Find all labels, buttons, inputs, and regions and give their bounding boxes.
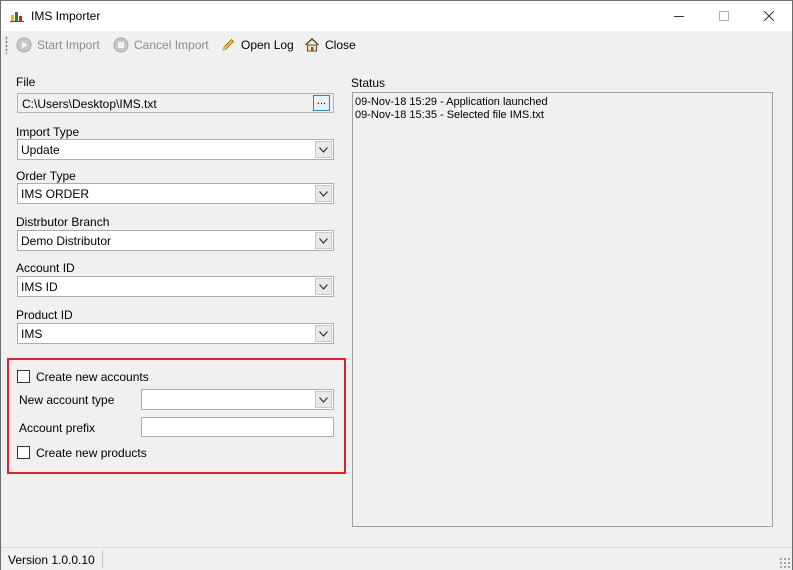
toolbar-grip[interactable] — [5, 36, 8, 54]
dropdown-arrow[interactable] — [315, 325, 332, 342]
chevron-down-icon — [319, 396, 328, 403]
account-id-value: IMS ID — [21, 280, 58, 294]
status-line: 09-Nov-18 15:29 - Application launched — [355, 96, 548, 108]
product-id-label: Product ID — [16, 308, 73, 322]
status-log-list[interactable]: 09-Nov-18 15:29 - Application launched 0… — [352, 92, 773, 527]
account-id-label: Account ID — [16, 261, 75, 275]
chevron-down-icon — [319, 283, 328, 290]
chevron-down-icon — [319, 146, 328, 153]
order-type-label: Order Type — [16, 169, 76, 183]
file-path-value: C:\Users\Desktop\IMS.txt — [22, 97, 157, 111]
create-new-products-checkbox[interactable] — [17, 446, 30, 459]
maximize-icon — [719, 11, 729, 21]
maximize-button[interactable] — [701, 1, 747, 31]
import-type-select[interactable]: Update — [17, 139, 334, 160]
dropdown-arrow[interactable] — [315, 232, 332, 249]
create-new-accounts-checkbox[interactable] — [17, 370, 30, 383]
dropdown-arrow[interactable] — [315, 141, 332, 158]
product-id-value: IMS — [21, 327, 43, 341]
toolbar: Start Import Cancel Import Open Log Clos… — [1, 32, 792, 58]
distributor-branch-label: Distrbutor Branch — [16, 215, 110, 229]
bar-chart-icon — [10, 12, 24, 22]
account-id-select[interactable]: IMS ID — [17, 276, 334, 297]
stop-icon — [113, 37, 129, 53]
status-bar: Version 1.0.0.10 — [1, 547, 792, 570]
close-toolbar-button[interactable]: Close — [304, 35, 356, 55]
pencil-icon — [222, 38, 235, 51]
new-account-type-label: New account type — [19, 393, 115, 407]
status-label: Status — [351, 76, 386, 90]
version-text: Version 1.0.0.10 — [8, 553, 95, 567]
resize-grip[interactable] — [779, 557, 790, 568]
dropdown-arrow[interactable] — [315, 185, 332, 202]
create-new-accounts-label[interactable]: Create new accounts — [36, 370, 149, 384]
window-title: IMS Importer — [31, 9, 101, 23]
account-prefix-label: Account prefix — [19, 421, 96, 435]
account-prefix-input[interactable] — [141, 417, 334, 437]
home-icon — [305, 38, 319, 52]
dropdown-arrow[interactable] — [315, 391, 332, 408]
cancel-import-label: Cancel Import — [134, 38, 209, 52]
minimize-button[interactable] — [656, 1, 702, 31]
order-type-select[interactable]: IMS ORDER — [17, 183, 334, 204]
open-log-label: Open Log — [241, 38, 294, 52]
statusbar-divider — [102, 550, 103, 568]
dropdown-arrow[interactable] — [315, 278, 332, 295]
start-import-button[interactable]: Start Import — [16, 35, 100, 55]
distributor-branch-select[interactable]: Demo Distributor — [17, 230, 334, 251]
title-bar: IMS Importer — [1, 1, 792, 31]
distributor-branch-value: Demo Distributor — [21, 234, 112, 248]
import-type-label: Import Type — [16, 125, 80, 139]
file-label: File — [16, 75, 36, 89]
order-type-value: IMS ORDER — [21, 187, 90, 201]
start-import-label: Start Import — [37, 38, 100, 52]
chevron-down-icon — [319, 190, 328, 197]
new-account-type-select[interactable] — [141, 389, 334, 410]
browse-file-button[interactable]: ... — [313, 95, 330, 111]
close-icon — [764, 11, 774, 21]
product-id-select[interactable]: IMS — [17, 323, 334, 344]
chevron-down-icon — [319, 330, 328, 337]
minimize-icon — [674, 16, 684, 17]
cancel-import-button[interactable]: Cancel Import — [113, 35, 209, 55]
chevron-down-icon — [319, 237, 328, 244]
file-path-field[interactable]: C:\Users\Desktop\IMS.txt — [17, 93, 334, 113]
close-window-button[interactable] — [746, 1, 792, 31]
close-toolbar-label: Close — [325, 38, 356, 52]
status-line: 09-Nov-18 15:35 - Selected file IMS.txt — [355, 109, 544, 121]
import-type-value: Update — [21, 143, 60, 157]
ims-importer-window: IMS Importer Start Import Cancel Import — [0, 0, 793, 570]
create-new-products-label[interactable]: Create new products — [36, 446, 147, 460]
open-log-button[interactable]: Open Log — [220, 35, 294, 55]
play-icon — [16, 37, 32, 53]
